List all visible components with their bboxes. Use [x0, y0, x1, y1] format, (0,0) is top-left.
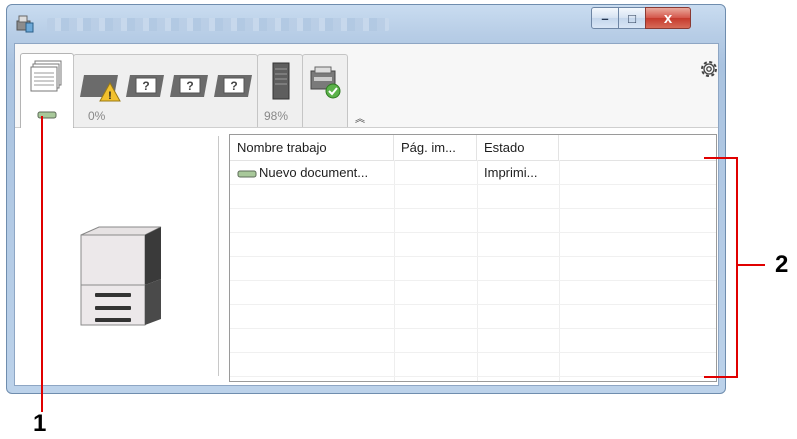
callout-label-1: 1 — [33, 410, 47, 437]
callout-lines — [41, 116, 765, 412]
callout-label-2: 2 — [775, 251, 789, 278]
